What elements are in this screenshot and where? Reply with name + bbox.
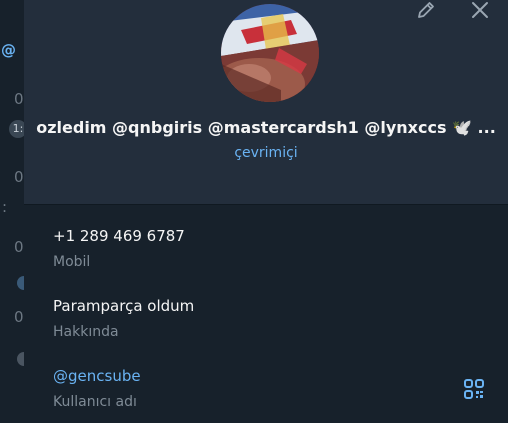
- background-glyph: :: [2, 198, 8, 216]
- phone-label: Mobil: [53, 254, 91, 270]
- profile-panel: ozledim @qnbgiris @mastercardsh1 @lynxcc…: [24, 0, 508, 423]
- profile-name: ozledim @qnbgiris @mastercardsh1 @lynxcc…: [36, 118, 496, 137]
- phone-row[interactable]: +1 289 469 6787 Mobil: [53, 227, 185, 271]
- background-glyph: 0: [14, 168, 24, 186]
- background-glyph: 0: [14, 90, 24, 108]
- username-row[interactable]: @gencsube Kullanıcı adı: [53, 367, 141, 411]
- bio-row[interactable]: Paramparça oldum Hakkında: [53, 297, 194, 341]
- pencil-icon: [415, 1, 437, 21]
- background-glyph: 0: [14, 308, 24, 326]
- username-label: Kullanıcı adı: [53, 394, 137, 410]
- background-glyph: 0: [14, 238, 24, 256]
- background-glyph: @: [1, 41, 16, 59]
- edit-button[interactable]: [413, 0, 439, 22]
- username-link[interactable]: @gencsube: [53, 367, 141, 385]
- close-icon: [470, 1, 490, 21]
- qr-code-icon: [462, 379, 486, 405]
- background-chat-list: @ 0 1: 0 : 0 0: [0, 0, 31, 423]
- qr-code-button[interactable]: [462, 377, 486, 401]
- section-divider: [24, 204, 508, 205]
- bio-label: Hakkında: [53, 324, 119, 340]
- close-button[interactable]: [467, 0, 493, 22]
- phone-number: +1 289 469 6787: [53, 227, 185, 245]
- online-status: çevrimiçi: [234, 145, 298, 161]
- profile-header: ozledim @qnbgiris @mastercardsh1 @lynxcc…: [24, 0, 508, 204]
- bio-text: Paramparça oldum: [53, 297, 195, 315]
- avatar[interactable]: [221, 4, 319, 102]
